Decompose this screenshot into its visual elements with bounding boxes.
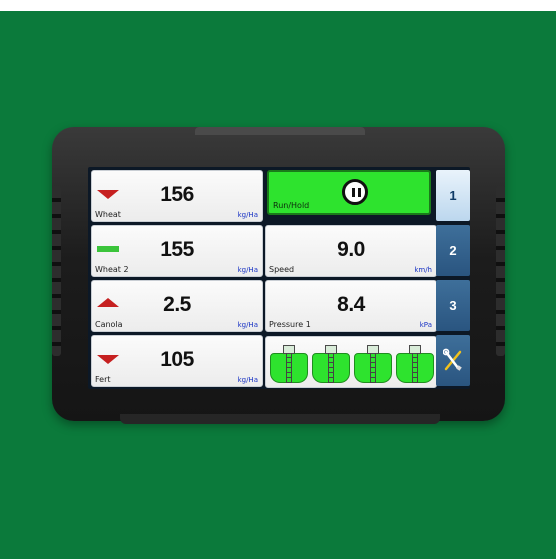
- rate-unit: kg/Ha: [237, 211, 258, 219]
- tab-3[interactable]: 3: [436, 280, 470, 331]
- device-top-bumper: [195, 127, 365, 135]
- tank-levels-panel[interactable]: [265, 336, 437, 388]
- rate-unit: kg/Ha: [237, 266, 258, 274]
- rate-panel-wheat-2[interactable]: 155 Wheat 2 kg/Ha: [91, 225, 263, 277]
- speed-panel[interactable]: 9.0 Speed km/h: [265, 225, 437, 277]
- run-hold-label: Run/Hold: [273, 201, 310, 210]
- pressure-label: Pressure 1: [269, 320, 311, 329]
- tank-icon: [270, 343, 308, 385]
- product-name: Wheat 2: [95, 265, 129, 274]
- rate-unit: kg/Ha: [237, 321, 258, 329]
- rate-value: 2.5: [163, 293, 191, 316]
- tank-icon: [312, 343, 350, 385]
- device-right-grip: [496, 186, 505, 356]
- product-name: Fert: [95, 375, 111, 384]
- wrench-screwdriver-icon: [443, 348, 462, 371]
- speed-value: 9.0: [337, 238, 365, 261]
- tab-tools[interactable]: [436, 335, 470, 386]
- product-name: Wheat: [95, 210, 121, 219]
- pause-icon: [342, 179, 368, 205]
- run-hold-button[interactable]: Run/Hold: [267, 170, 431, 215]
- rate-panel-wheat[interactable]: 156 Wheat kg/Ha: [91, 170, 263, 222]
- pressure-value: 8.4: [337, 293, 365, 316]
- tank-icon: [354, 343, 392, 385]
- pressure-unit: kPa: [419, 321, 432, 329]
- device-bottom-bumper: [120, 414, 440, 424]
- speed-label: Speed: [269, 265, 295, 274]
- speed-unit: km/h: [414, 266, 432, 274]
- pressure-panel[interactable]: 8.4 Pressure 1 kPa: [265, 280, 437, 332]
- product-name: Canola: [95, 320, 123, 329]
- rate-unit: kg/Ha: [237, 376, 258, 384]
- rate-panel-canola[interactable]: 2.5 Canola kg/Ha: [91, 280, 263, 332]
- tank-icon: [396, 343, 434, 385]
- screen: 156 Wheat kg/Ha 155 Wheat 2 kg/Ha 2.5 Ca…: [88, 167, 470, 389]
- rate-value: 156: [160, 183, 194, 206]
- rate-panel-fert[interactable]: 105 Fert kg/Ha: [91, 335, 263, 387]
- tab-1[interactable]: 1: [436, 170, 470, 221]
- rate-value: 105: [160, 348, 194, 371]
- device-left-grip: [52, 186, 61, 356]
- tab-2[interactable]: 2: [436, 225, 470, 276]
- rate-value: 155: [160, 238, 194, 261]
